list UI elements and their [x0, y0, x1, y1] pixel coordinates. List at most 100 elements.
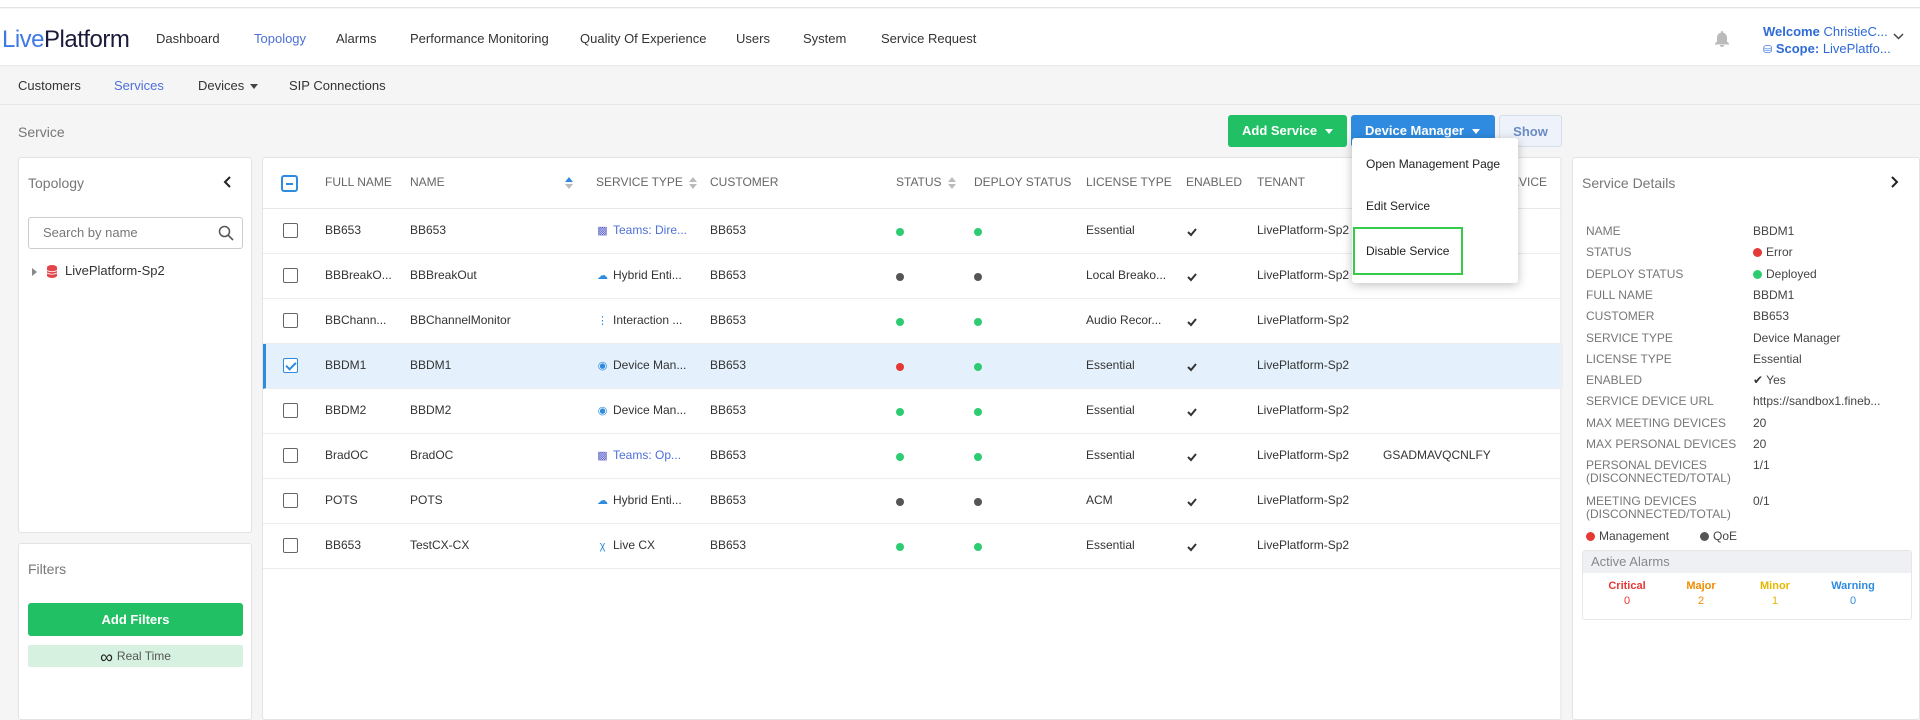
subnav-sip-connections[interactable]: SIP Connections	[289, 78, 386, 93]
status-dot-icon	[1753, 248, 1762, 258]
table-row[interactable]: BBDM1 BBDM1 BB653 Essential LivePlatform-Sp2…	[263, 344, 1563, 389]
column-header-label: CUSTOMER	[710, 175, 779, 189]
select-all-checkbox[interactable]	[281, 175, 298, 192]
user-name: ChristieC...	[1823, 24, 1888, 39]
service-type-cell[interactable]: ▩ Teams: Dire...	[596, 223, 687, 237]
service-type-cell[interactable]: ▩ Teams: Op...	[596, 448, 681, 462]
subnav-devices[interactable]: Devices	[198, 78, 259, 93]
table-row[interactable]: POTS POTS BB653 ACM LivePlatform-Sp2 ☁ Hybrid …	[263, 479, 1563, 524]
column-header-enabled[interactable]: ENABLED	[1186, 175, 1242, 189]
add-filters-button[interactable]: Add Filters	[28, 603, 243, 636]
detail-label-deploy-status: DEPLOY STATUS	[1586, 267, 1683, 281]
checkmark-icon	[1187, 318, 1197, 327]
detail-value-text: https://sandbox1.fineb...	[1753, 394, 1881, 409]
top-strip	[0, 0, 1920, 8]
nav-dashboard[interactable]: Dashboard	[156, 31, 220, 46]
alarm-major[interactable]: Major 2	[1671, 580, 1731, 607]
alarm-label: Warning	[1831, 580, 1875, 592]
bell-icon[interactable]	[1715, 31, 1729, 47]
tenant-cell: LivePlatform-Sp2	[1257, 448, 1350, 462]
tenant-cell: LivePlatform-Sp2	[1257, 223, 1350, 237]
alarm-critical[interactable]: Critical 0	[1597, 580, 1657, 607]
row-checkbox[interactable]	[283, 358, 298, 373]
detail-label-customer: CUSTOMER	[1586, 310, 1654, 323]
column-header-deploy-status[interactable]: DEPLOY STATUS	[974, 175, 1071, 189]
row-checkbox[interactable]	[283, 493, 298, 508]
service-type-label: Hybrid Enti...	[613, 268, 682, 282]
detail-value-text: 1/1	[1753, 458, 1770, 473]
detail-value-name: BBDM1	[1753, 225, 1794, 238]
row-checkbox[interactable]	[283, 268, 298, 283]
add-service-button[interactable]: Add Service	[1228, 115, 1347, 147]
service-type-cell: ◉ Device Man...	[596, 358, 687, 372]
column-header-tenant[interactable]: TENANT	[1257, 175, 1305, 189]
column-header-status[interactable]: STATUS	[896, 175, 956, 189]
alarm-warning[interactable]: Warning 0	[1823, 580, 1883, 607]
column-header-full-name[interactable]: FULL NAME	[325, 175, 392, 189]
menu-item-open-management-page[interactable]: Open Management Page	[1352, 146, 1518, 182]
tenant-cell: LivePlatform-Sp2	[1257, 358, 1350, 372]
detail-label-service-device-url: SERVICE DEVICE URL	[1586, 395, 1714, 408]
cloud-icon: ☁	[597, 495, 608, 507]
menu-item-disable-service[interactable]: Disable Service	[1353, 227, 1463, 275]
nav-alarms[interactable]: Alarms	[336, 31, 376, 46]
row-checkbox[interactable]	[283, 448, 298, 463]
tenant-cell: LivePlatform-Sp2	[1257, 403, 1350, 417]
app-logo[interactable]: LivePlatform	[2, 26, 130, 54]
chevron-left-icon[interactable]	[223, 176, 231, 188]
column-header-service-type[interactable]: SERVICE TYPE	[596, 175, 697, 189]
subnav-label: SIP Connections	[289, 78, 386, 93]
table-row[interactable]: BBChann... BBChannelMonitor BB653 Audio Rec…	[263, 299, 1563, 344]
nav-service-request[interactable]: Service Request	[881, 31, 976, 46]
row-checkbox[interactable]	[283, 538, 298, 553]
sort-icon[interactable]	[947, 176, 956, 189]
column-header-customer[interactable]: CUSTOMER	[710, 175, 778, 189]
real-time-toggle[interactable]: ∞ Real Time	[28, 645, 243, 667]
detail-label-subtext: (DISCONNECTED/TOTAL)	[1586, 507, 1731, 522]
row-checkbox[interactable]	[283, 403, 298, 418]
name-cell: BradOC	[410, 448, 454, 462]
license-type-cell: Essential	[1086, 538, 1135, 552]
sort-icon[interactable]	[564, 176, 573, 189]
nav-quality-of-experience[interactable]: Quality Of Experience	[580, 31, 706, 46]
alarm-label: Critical	[1608, 580, 1646, 592]
tree-node-root[interactable]: LivePlatform-Sp2	[32, 263, 165, 279]
subnav-customers[interactable]: Customers	[18, 78, 81, 93]
nav-users[interactable]: Users	[736, 31, 770, 46]
nav-topology[interactable]: Topology	[254, 31, 306, 46]
menu-item-edit-service[interactable]: Edit Service	[1352, 188, 1518, 224]
detail-label-text: FULL NAME	[1586, 287, 1653, 302]
chevron-down-icon[interactable]	[1893, 33, 1904, 40]
column-header-label: DEPLOY STATUS	[974, 175, 1072, 189]
extra-cell: GSADMAVQCNLFY	[1383, 448, 1491, 462]
column-header-license-type[interactable]: LICENSE TYPE	[1086, 175, 1172, 189]
detail-label-text: LICENSE TYPE	[1586, 351, 1672, 366]
alarm-minor[interactable]: Minor 1	[1745, 580, 1805, 607]
subnav-services[interactable]: Services	[114, 78, 164, 93]
nav-performance-monitoring[interactable]: Performance Monitoring	[410, 31, 549, 46]
checkmark-icon	[1187, 363, 1197, 372]
row-checkbox[interactable]	[283, 223, 298, 238]
table-row[interactable]: BradOC BradOC BB653 Essential LivePlatform-S…	[263, 434, 1563, 479]
name-cell: BBChannelMonitor	[410, 313, 511, 327]
row-checkbox[interactable]	[283, 313, 298, 328]
search-icon[interactable]	[218, 225, 234, 241]
chevron-right-icon[interactable]	[1891, 176, 1899, 188]
table-row[interactable]: BBDM2 BBDM2 BB653 Essential LivePlatform-Sp2…	[263, 389, 1563, 434]
table-row[interactable]: BB653 TestCX-CX BB653 Essential LivePlatform…	[263, 524, 1563, 569]
topology-search[interactable]	[28, 217, 243, 249]
scope-value: LivePlatfo...	[1822, 41, 1891, 56]
column-header-name[interactable]: NAME	[410, 175, 573, 189]
user-menu[interactable]: Welcome ChristieC... ⛁ Scope: LivePlatfo…	[1763, 23, 1904, 59]
expand-arrow-icon[interactable]	[32, 267, 37, 276]
checkmark-icon	[1187, 453, 1197, 462]
sort-icon[interactable]	[688, 176, 697, 189]
customer-cell: BB653	[710, 493, 747, 507]
caret-down-icon	[250, 84, 259, 90]
detail-value-text: Yes	[1766, 373, 1786, 388]
search-input[interactable]	[43, 225, 203, 240]
nav-system[interactable]: System	[803, 31, 846, 46]
status-indicator	[896, 498, 904, 506]
detail-label-text: PERSONAL DEVICES	[1586, 458, 1707, 473]
table-scrollbar[interactable]	[1560, 157, 1562, 720]
